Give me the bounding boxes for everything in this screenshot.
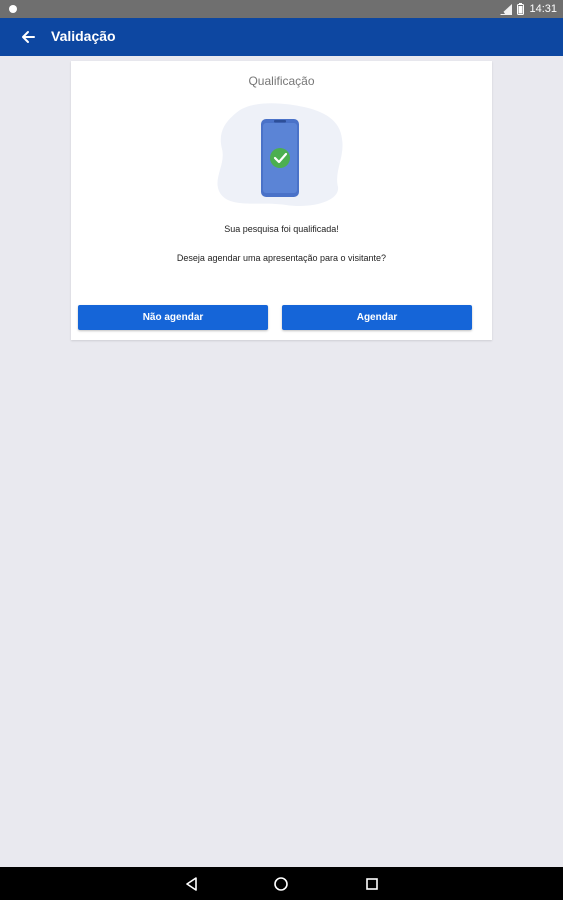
recents-square-icon <box>364 876 380 892</box>
dont-schedule-button[interactable]: Não agendar <box>78 305 268 330</box>
back-button[interactable] <box>18 27 40 47</box>
nav-home-button[interactable] <box>273 876 289 892</box>
battery-icon <box>517 3 525 15</box>
status-bar: 14:31 <box>0 0 563 18</box>
success-message: Sua pesquisa foi qualificada! <box>224 224 339 234</box>
signal-icon <box>500 3 513 15</box>
status-time: 14:31 <box>529 3 557 15</box>
notification-dot-icon <box>9 5 17 13</box>
navigation-bar <box>0 867 563 900</box>
qualification-card: Qualificação Sua pesquisa foi qualificad… <box>71 61 492 340</box>
page-title: Validação <box>51 28 116 44</box>
back-triangle-icon <box>184 876 200 892</box>
phone-check-icon <box>216 99 348 209</box>
schedule-button[interactable]: Agendar <box>282 305 472 330</box>
home-circle-icon <box>273 876 289 892</box>
arrow-left-icon <box>18 27 40 47</box>
nav-back-button[interactable] <box>184 876 200 892</box>
nav-recents-button[interactable] <box>364 876 380 892</box>
card-title: Qualificação <box>248 74 315 88</box>
app-bar: Validação <box>0 18 563 56</box>
status-indicators: 14:31 <box>500 2 557 16</box>
schedule-question: Deseja agendar uma apresentação para o v… <box>176 253 387 263</box>
